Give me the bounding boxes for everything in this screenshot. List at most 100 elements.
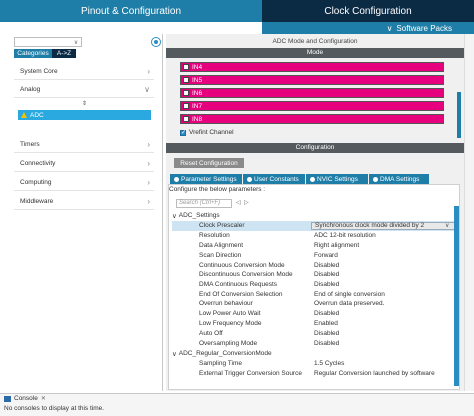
param-row[interactable]: Discontinuous Conversion Mode Disabled — [172, 270, 456, 280]
param-value[interactable]: Disabled — [311, 271, 456, 278]
param-name: Oversampling Mode — [199, 340, 258, 348]
param-value[interactable]: Right alignment — [311, 242, 456, 249]
tab-nvic-settings[interactable]: NVIC Settings — [306, 174, 368, 184]
mode-header: Mode — [166, 48, 464, 58]
gear-icon[interactable] — [151, 37, 161, 47]
channel-in7[interactable]: IN7 — [180, 101, 444, 111]
param-value[interactable]: Enabled — [311, 320, 456, 327]
search-previous-icon[interactable]: ◁ — [236, 199, 241, 206]
param-row[interactable]: DMA Continuous Requests Disabled — [172, 280, 456, 290]
search-next-icon[interactable]: ▷ — [244, 199, 249, 206]
tab-user-constants[interactable]: User Constants — [243, 174, 305, 184]
software-packs-menu[interactable]: ∨ Software Packs — [262, 22, 474, 34]
tab-pinout-configuration[interactable]: Pinout & Configuration — [0, 0, 262, 22]
param-row[interactable]: Low Frequency Mode Enabled — [172, 319, 456, 329]
panel-scrollbar[interactable] — [464, 34, 474, 391]
console-icon — [4, 395, 11, 402]
search-dropdown-icon[interactable]: ∨ — [70, 37, 82, 47]
group-adc-settings[interactable]: ∨ ADC_Settings — [172, 211, 220, 220]
param-value[interactable]: Disabled — [311, 262, 456, 269]
tab-dma-settings[interactable]: DMA Settings — [369, 174, 429, 184]
param-name: Scan Direction — [199, 252, 242, 260]
toolbar-strip — [0, 22, 262, 34]
expand-icon: ∨ — [172, 350, 177, 358]
group-label: ADC_Settings — [178, 212, 220, 219]
param-value[interactable]: Overrun data preserved. — [311, 300, 456, 307]
param-name: Low Power Auto Wait — [199, 310, 261, 318]
check-circle-icon — [373, 176, 378, 182]
param-value[interactable]: Disabled — [311, 310, 456, 317]
param-row[interactable]: Scan Direction Forward — [172, 251, 456, 261]
category-system-core[interactable]: System Core › — [14, 64, 154, 80]
param-name: Resolution — [199, 232, 230, 240]
param-row[interactable]: External Trigger Conversion Source Regul… — [172, 369, 456, 379]
configuration-header: Configuration — [166, 143, 464, 153]
channel-in5[interactable]: IN5 — [180, 75, 444, 85]
tab-categories[interactable]: Categories — [14, 49, 52, 58]
component-label: ADC — [30, 111, 44, 119]
chevron-right-icon: › — [147, 178, 150, 187]
channel-checkbox[interactable] — [183, 64, 189, 70]
category-label: Connectivity — [20, 160, 56, 167]
component-adc[interactable]: ADC — [18, 110, 151, 120]
reset-configuration-button[interactable]: Reset Configuration — [174, 158, 244, 168]
param-row[interactable]: Data Alignment Right alignment — [172, 241, 456, 251]
channel-checkbox[interactable] — [183, 103, 189, 109]
tab-a-to-z[interactable]: A->Z — [52, 49, 76, 58]
category-label: Middleware — [20, 198, 54, 205]
channel-checkbox[interactable] — [183, 116, 189, 122]
param-row[interactable]: Resolution ADC 12-bit resolution — [172, 231, 456, 241]
param-name: Low Frequency Mode — [199, 320, 262, 328]
channel-in4[interactable]: IN4 — [180, 62, 444, 72]
warning-icon — [21, 112, 27, 118]
param-value[interactable]: Regular Conversion launched by software — [311, 370, 456, 377]
param-value[interactable]: Forward — [311, 252, 456, 259]
param-value[interactable]: ADC 12-bit resolution — [311, 232, 456, 239]
channel-in8[interactable]: IN8 — [180, 114, 444, 124]
param-value[interactable]: Disabled — [311, 281, 456, 288]
category-computing[interactable]: Computing › — [14, 175, 154, 191]
param-value[interactable]: Disabled — [311, 340, 456, 347]
console-tab[interactable]: Console ✕ — [4, 395, 46, 402]
chevron-down-icon[interactable]: ∨ — [445, 222, 449, 229]
chevron-right-icon: › — [147, 140, 150, 149]
category-analog[interactable]: Analog ∨ — [14, 82, 154, 98]
param-row-clock-prescaler[interactable]: Clock Prescaler Synchronous clock mode d… — [172, 221, 456, 231]
category-timers[interactable]: Timers › — [14, 137, 154, 153]
tab-label: DMA Settings — [380, 175, 420, 183]
param-name: Continuous Conversion Mode — [199, 262, 285, 270]
mode-scrollbar[interactable] — [457, 92, 461, 138]
param-value[interactable]: End of single conversion — [311, 291, 456, 298]
category-middleware[interactable]: Middleware › — [14, 194, 154, 210]
group-label: ADC_Regular_ConversionMode — [178, 350, 272, 357]
parameter-search-input[interactable]: Search (Ctrl+F) — [176, 199, 232, 208]
channel-in6[interactable]: IN6 — [180, 88, 444, 98]
parameter-scrollbar[interactable] — [454, 206, 459, 386]
param-row[interactable]: Sampling Time 1.5 Cycles — [172, 359, 456, 369]
channel-checkbox[interactable] — [183, 90, 189, 96]
checkbox-checked-icon[interactable] — [180, 129, 186, 136]
param-row[interactable]: Oversampling Mode Disabled — [172, 339, 456, 349]
param-row[interactable]: Overrun behaviour Overrun data preserved… — [172, 299, 456, 309]
param-name: Overrun behaviour — [199, 300, 253, 308]
vrefint-channel[interactable]: Vrefint Channel — [180, 129, 234, 136]
group-adc-regular-conversion-mode[interactable]: ∨ ADC_Regular_ConversionMode — [172, 349, 272, 358]
param-value-select[interactable]: Synchronous clock mode divided by 2 — [311, 221, 456, 230]
param-name: End Of Conversion Selection — [199, 291, 283, 299]
panel-title: ADC Mode and Configuration — [272, 38, 358, 45]
param-row[interactable]: Low Power Auto Wait Disabled — [172, 309, 456, 319]
check-circle-icon — [310, 176, 315, 182]
tab-parameter-settings[interactable]: Parameter Settings — [170, 174, 242, 184]
param-row[interactable]: Auto Off Disabled — [172, 329, 456, 339]
chevron-right-icon: › — [147, 67, 150, 76]
tab-label: Parameter Settings — [181, 175, 237, 183]
category-connectivity[interactable]: Connectivity › — [14, 156, 154, 172]
param-name: Sampling Time — [199, 360, 242, 368]
tab-clock-configuration[interactable]: Clock Configuration — [262, 0, 474, 22]
param-value[interactable]: Disabled — [311, 330, 456, 337]
close-icon[interactable]: ✕ — [41, 395, 46, 402]
configure-label: Configure the below parameters : — [169, 186, 266, 193]
channel-checkbox[interactable] — [183, 77, 189, 83]
sort-icon[interactable]: ⇕ — [82, 100, 87, 107]
param-value[interactable]: 1.5 Cycles — [311, 360, 456, 367]
